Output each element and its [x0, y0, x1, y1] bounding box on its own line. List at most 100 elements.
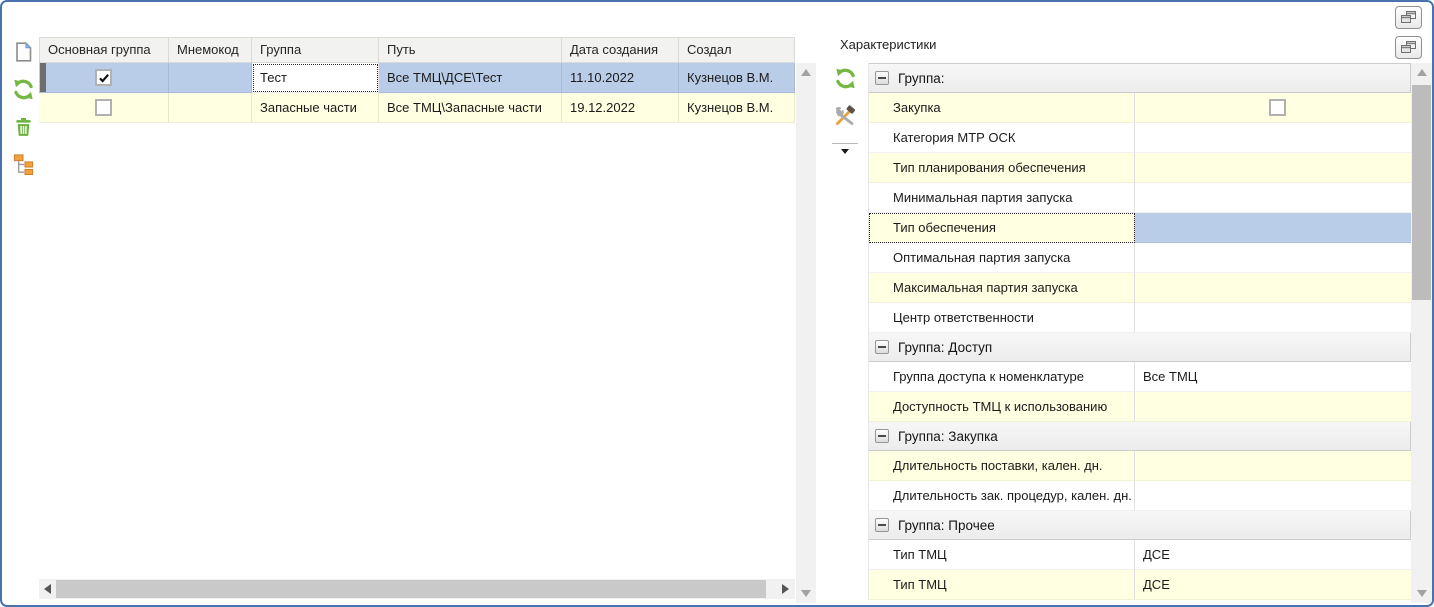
table-row[interactable]: Запасные частиВсе ТМЦ\Запасные части19.1…: [39, 93, 795, 123]
property-value[interactable]: [1135, 93, 1411, 123]
table-cell-path[interactable]: Все ТМЦ\ДСЕ\Тест: [379, 63, 562, 93]
characteristics-header: Характеристики: [822, 32, 1430, 60]
restore-panel-button-main[interactable]: [1395, 6, 1422, 29]
more-actions-button[interactable]: [839, 147, 851, 156]
vscroll-thumb[interactable]: [1412, 85, 1431, 300]
scroll-down-button[interactable]: [1411, 585, 1432, 602]
table-cell-main-group-checked[interactable]: [39, 93, 169, 123]
column-header[interactable]: Дата создания: [562, 37, 679, 63]
property-row[interactable]: Длительность поставки, кален. дн.: [869, 451, 1411, 481]
property-group-header[interactable]: Группа:: [869, 63, 1411, 93]
property-label[interactable]: Группа доступа к номенклатуре: [869, 362, 1135, 392]
property-label[interactable]: Тип обеспечения: [869, 213, 1135, 243]
property-row[interactable]: Оптимальная партия запуска: [869, 243, 1411, 273]
table-cell-group[interactable]: Запасные части: [252, 93, 379, 123]
property-row[interactable]: Центр ответственности: [869, 303, 1411, 333]
property-row[interactable]: Минимальная партия запуска: [869, 183, 1411, 213]
property-value[interactable]: [1135, 213, 1411, 243]
property-label[interactable]: Длительность поставки, кален. дн.: [869, 451, 1135, 481]
property-row[interactable]: Тип ТМЦДСЕ: [869, 540, 1411, 570]
checkbox-checked[interactable]: [95, 69, 112, 86]
scroll-up-button[interactable]: [1411, 64, 1432, 81]
property-label[interactable]: Центр ответственности: [869, 303, 1135, 333]
column-header[interactable]: Мнемокод: [169, 37, 252, 63]
property-label[interactable]: Минимальная партия запуска: [869, 183, 1135, 213]
new-record-button[interactable]: [10, 38, 37, 66]
tools-icon: [833, 104, 857, 128]
scroll-right-button[interactable]: [777, 579, 793, 599]
property-row[interactable]: Группа доступа к номенклатуреВсе ТМЦ: [869, 362, 1411, 392]
settings-button[interactable]: [831, 102, 859, 130]
column-header[interactable]: Создал: [679, 37, 795, 63]
table-cell-created-date[interactable]: 19.12.2022: [562, 93, 679, 123]
arrow-up-icon: [1417, 69, 1427, 76]
table-row[interactable]: ТестВсе ТМЦ\ДСЕ\Тест11.10.2022Кузнецов В…: [39, 63, 795, 93]
property-value[interactable]: [1135, 183, 1411, 213]
collapse-button[interactable]: [875, 340, 889, 354]
property-label[interactable]: Тип планирования обеспечения: [869, 153, 1135, 183]
property-value[interactable]: ДСЕ: [1135, 570, 1411, 600]
property-label[interactable]: Доступность ТМЦ к использованию: [869, 392, 1135, 422]
characteristics-toolbar: [828, 64, 862, 165]
groups-table-hscrollbar[interactable]: [39, 579, 795, 599]
property-row[interactable]: Тип ТМЦДСЕ: [869, 570, 1411, 600]
groups-table-vscrollbar[interactable]: [796, 63, 816, 603]
scroll-left-button[interactable]: [39, 579, 55, 599]
table-cell-mnemocode[interactable]: [169, 93, 252, 123]
refresh-characteristics-button[interactable]: [831, 64, 860, 93]
table-cell-mnemocode[interactable]: [169, 63, 252, 93]
refresh-icon: [833, 66, 858, 91]
property-value[interactable]: [1135, 123, 1411, 153]
characteristics-vscrollbar[interactable]: [1411, 63, 1432, 603]
property-label[interactable]: Оптимальная партия запуска: [869, 243, 1135, 273]
property-value[interactable]: [1135, 481, 1411, 511]
refresh-button[interactable]: [9, 75, 38, 104]
property-value[interactable]: ДСЕ: [1135, 540, 1411, 570]
restore-panel-button-characteristics[interactable]: [1395, 36, 1422, 59]
table-cell-created-by[interactable]: Кузнецов В.М.: [679, 93, 795, 123]
property-row[interactable]: Длительность зак. процедур, кален. дн.: [869, 481, 1411, 511]
table-cell-created-date[interactable]: 11.10.2022: [562, 63, 679, 93]
column-header[interactable]: Группа: [252, 37, 379, 63]
property-row[interactable]: Категория МТР ОСК: [869, 123, 1411, 153]
property-group-header[interactable]: Группа: Доступ: [869, 332, 1411, 362]
property-value[interactable]: [1135, 451, 1411, 481]
property-group-header[interactable]: Группа: Прочее: [869, 510, 1411, 540]
collapse-button[interactable]: [875, 71, 889, 85]
property-label[interactable]: Закупка: [869, 93, 1135, 123]
property-label[interactable]: Максимальная партия запуска: [869, 273, 1135, 303]
property-value[interactable]: [1135, 243, 1411, 273]
collapse-button[interactable]: [875, 518, 889, 532]
collapse-button[interactable]: [875, 429, 889, 443]
property-value[interactable]: [1135, 303, 1411, 333]
arrow-down-icon: [1417, 590, 1427, 597]
property-label[interactable]: Тип ТМЦ: [869, 540, 1135, 570]
table-cell-created-by[interactable]: Кузнецов В.М.: [679, 63, 795, 93]
property-label[interactable]: Длительность зак. процедур, кален. дн.: [869, 481, 1135, 511]
scroll-down-button[interactable]: [796, 585, 816, 602]
property-row[interactable]: Максимальная партия запуска: [869, 273, 1411, 303]
arrow-left-icon: [44, 584, 51, 594]
property-row[interactable]: Закупка: [869, 93, 1411, 123]
hscroll-thumb[interactable]: [56, 580, 766, 598]
column-header[interactable]: Основная группа: [39, 37, 169, 63]
property-value[interactable]: [1135, 273, 1411, 303]
property-label[interactable]: Тип ТМЦ: [869, 570, 1135, 600]
table-cell-group[interactable]: Тест: [252, 63, 379, 93]
checkbox[interactable]: [1269, 99, 1286, 116]
delete-button[interactable]: [10, 113, 37, 141]
property-row[interactable]: Тип обеспечения: [869, 213, 1411, 243]
property-value[interactable]: [1135, 392, 1411, 422]
table-cell-path[interactable]: Все ТМЦ\Запасные части: [379, 93, 562, 123]
property-row[interactable]: Доступность ТМЦ к использованию: [869, 392, 1411, 422]
property-row[interactable]: Тип планирования обеспечения: [869, 153, 1411, 183]
table-cell-main-group-checked[interactable]: [39, 63, 169, 93]
checkbox[interactable]: [95, 99, 112, 116]
property-value[interactable]: [1135, 153, 1411, 183]
property-group-header[interactable]: Группа: Закупка: [869, 421, 1411, 451]
column-header[interactable]: Путь: [379, 37, 562, 63]
property-label[interactable]: Категория МТР ОСК: [869, 123, 1135, 153]
tree-view-button[interactable]: [10, 150, 37, 178]
scroll-up-button[interactable]: [796, 64, 816, 81]
property-value[interactable]: Все ТМЦ: [1135, 362, 1411, 392]
